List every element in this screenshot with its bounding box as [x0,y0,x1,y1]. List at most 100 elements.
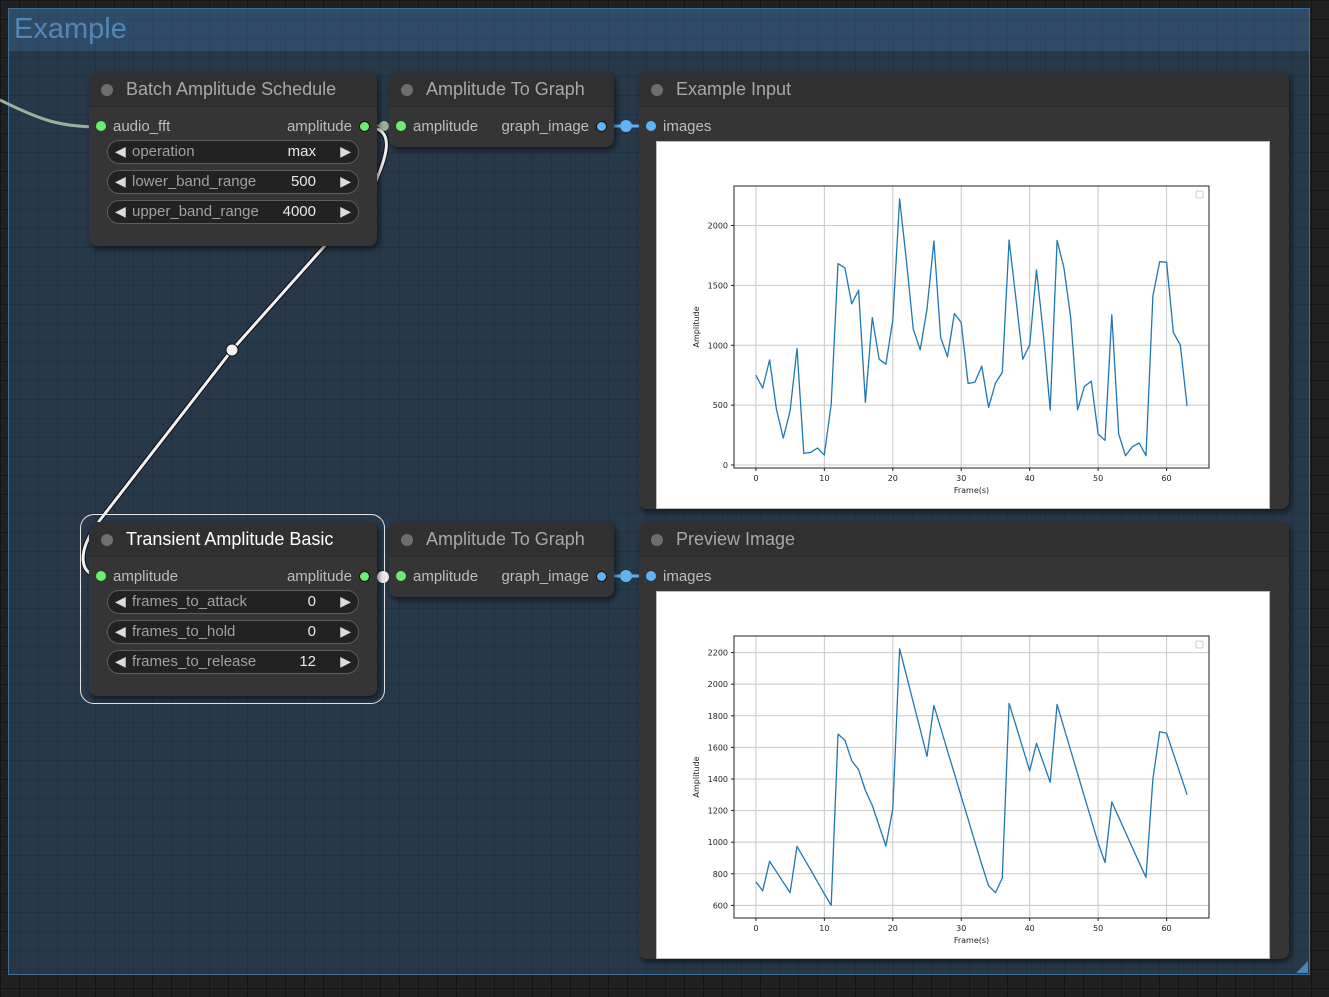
x-tick-label: 20 [888,474,898,483]
node-header[interactable]: Transient Amplitude Basic [89,522,377,557]
input-slot-images[interactable] [646,571,656,581]
decrement-arrow-icon[interactable]: ◀ [115,593,126,610]
output-slot-amplitude[interactable] [359,571,370,582]
y-tick-label: 1400 [708,775,728,784]
node-header[interactable]: Example Input [639,72,1289,107]
widget-label: frames_to_attack [132,593,248,610]
image-preview[interactable]: 0 10 20 30 40 50 60 0 500 1000 1500 2000 Frame(s) Amp… [656,141,1270,509]
increment-arrow-icon[interactable]: ▶ [340,623,351,640]
input-slot-audio-fft[interactable] [96,121,106,131]
y-tick-label: 1800 [708,712,728,721]
collapse-dot-icon[interactable] [651,84,663,96]
y-tick-label: 1000 [708,838,728,847]
node-header[interactable]: Amplitude To Graph [389,522,614,557]
widget-frames-to-hold[interactable]: ◀ frames_to_hold 0 ▶ [107,620,359,644]
node-title: Example Input [676,79,792,99]
widget-lower-band-range[interactable]: ◀ lower_band_range 500 ▶ [107,170,359,194]
increment-arrow-icon[interactable]: ▶ [340,203,351,220]
decrement-arrow-icon[interactable]: ◀ [115,623,126,640]
series-line [755,648,1188,907]
image-preview[interactable]: 0 10 20 30 40 50 60 600 800 1000 1200 1400 1600 1800 2… [656,591,1270,959]
wire-midpoint-handle[interactable] [225,343,239,357]
node-transient-amplitude-basic[interactable]: Transient Amplitude Basic amplitude ampl… [89,522,377,696]
y-axis-label: Amplitude [692,306,701,347]
output-label: graph_image [501,568,589,585]
x-tick-label: 40 [1025,924,1035,933]
input-slot-amplitude[interactable] [96,571,106,581]
node-example-input[interactable]: Example Input images 0 10 20 30 40 50 60 0 500 10… [639,72,1289,509]
x-tick-label: 30 [956,474,966,483]
output-slot-amplitude[interactable] [359,121,370,132]
x-tick-label: 60 [1161,474,1171,483]
amplitude-chart: 0 10 20 30 40 50 60 600 800 1000 1200 1400 1600 1800 2… [692,635,1210,945]
y-tick-label: 1500 [708,281,728,290]
widget-value[interactable]: 500 [291,173,316,190]
plot-frame [733,635,1210,919]
node-header[interactable]: Batch Amplitude Schedule [89,72,377,107]
input-slot-amplitude[interactable] [396,121,406,131]
y-tick-label: 1600 [708,743,728,752]
output-slot-graph-image[interactable] [596,121,607,132]
input-label: audio_fft [113,118,171,135]
node-header[interactable]: Amplitude To Graph [389,72,614,107]
widget-upper-band-range[interactable]: ◀ upper_band_range 4000 ▶ [107,200,359,224]
slot-row: audio_fft amplitude [89,116,377,138]
decrement-arrow-icon[interactable]: ◀ [115,653,126,670]
wire-link-dot [620,570,632,582]
collapse-dot-icon[interactable] [401,534,413,546]
widget-value[interactable]: 12 [299,653,316,670]
widget-label: lower_band_range [132,173,257,190]
node-amplitude-to-graph[interactable]: Amplitude To Graph amplitude graph_image [389,72,614,147]
y-tick-label: 1200 [708,807,728,816]
slot-row: images [639,566,1289,588]
widget-value[interactable]: 0 [308,623,316,640]
decrement-arrow-icon[interactable]: ◀ [115,143,126,160]
decrement-arrow-icon[interactable]: ◀ [115,173,126,190]
y-tick-label: 1000 [708,341,728,350]
widget-label: operation [132,143,195,160]
input-slot-images[interactable] [646,121,656,131]
increment-arrow-icon[interactable]: ▶ [340,173,351,190]
input-slot-amplitude[interactable] [396,571,406,581]
y-tick-label: 2200 [708,649,728,658]
legend-box [1195,190,1204,199]
input-label: amplitude [113,568,179,585]
widget-value[interactable]: max [288,143,316,160]
collapse-dot-icon[interactable] [101,84,113,96]
widget-operation[interactable]: ◀ operation max ▶ [107,140,359,164]
node-preview-image[interactable]: Preview Image images 0 10 20 30 40 50 60 600 800… [639,522,1289,959]
increment-arrow-icon[interactable]: ▶ [340,593,351,610]
x-tick-label: 10 [819,924,829,933]
widget-value[interactable]: 0 [308,593,316,610]
node-title: Amplitude To Graph [426,79,585,99]
node-header[interactable]: Preview Image [639,522,1289,557]
widget-label: frames_to_hold [132,623,236,640]
output-label: amplitude [286,118,352,135]
collapse-dot-icon[interactable] [101,534,113,546]
series-line [755,198,1188,457]
node-title: Batch Amplitude Schedule [126,79,337,99]
widget-label: frames_to_release [132,653,257,670]
collapse-dot-icon[interactable] [651,534,663,546]
increment-arrow-icon[interactable]: ▶ [340,143,351,160]
x-tick-label: 0 [753,474,758,483]
widget-value[interactable]: 4000 [283,203,316,220]
widget-frames-to-release[interactable]: ◀ frames_to_release 12 ▶ [107,650,359,674]
output-label: amplitude [286,568,352,585]
decrement-arrow-icon[interactable]: ◀ [115,203,126,220]
y-tick-label: 2000 [708,222,728,231]
x-tick-label: 60 [1161,924,1171,933]
node-amplitude-to-graph[interactable]: Amplitude To Graph amplitude graph_image [389,522,614,597]
x-tick-label: 0 [753,924,758,933]
widget-frames-to-attack[interactable]: ◀ frames_to_attack 0 ▶ [107,590,359,614]
output-slot-graph-image[interactable] [596,571,607,582]
wire-link-dot [620,120,632,132]
node-title: Transient Amplitude Basic [126,529,334,549]
collapse-dot-icon[interactable] [401,84,413,96]
plot-frame [733,185,1210,469]
increment-arrow-icon[interactable]: ▶ [340,653,351,670]
widget-label: upper_band_range [132,203,259,220]
node-title: Preview Image [676,529,796,549]
x-tick-label: 10 [819,474,829,483]
node-batch-amplitude-schedule[interactable]: Batch Amplitude Schedule audio_fft ampli… [89,72,377,246]
